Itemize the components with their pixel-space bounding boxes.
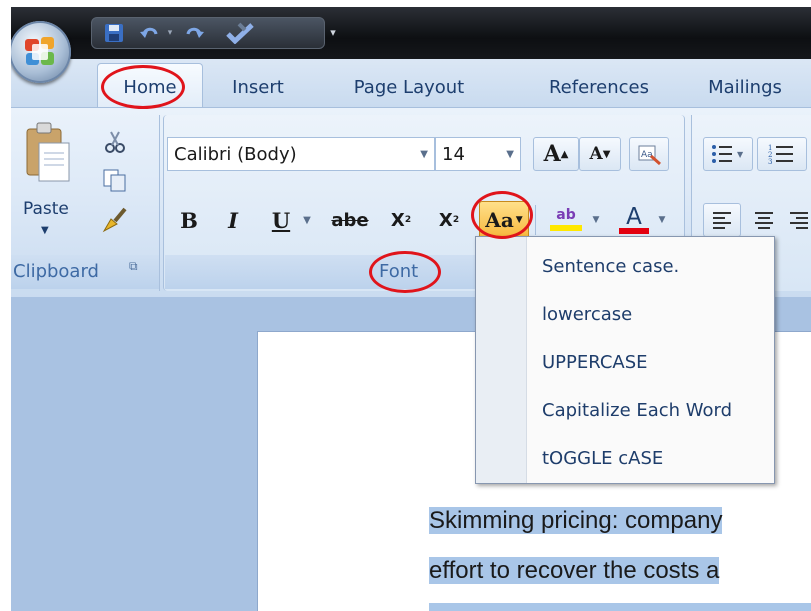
chevron-down-icon[interactable]: ▼ xyxy=(506,149,514,160)
word-window: ▾ ▾ Home Insert Page Layout References M… xyxy=(11,7,811,611)
svg-text:▼: ▼ xyxy=(737,150,744,159)
font-color-swatch xyxy=(619,228,649,234)
divider xyxy=(535,205,536,235)
superscript-label: X xyxy=(438,209,453,231)
tab-page-layout[interactable]: Page Layout xyxy=(341,69,477,105)
menu-gutter xyxy=(476,237,527,483)
numbering-icon: 1 2 3 xyxy=(768,144,793,166)
caret-up-icon: ▲ xyxy=(560,148,569,160)
selected-text-continuation xyxy=(429,603,811,611)
copy-icon[interactable] xyxy=(101,167,129,193)
underline-button[interactable]: U xyxy=(267,203,295,237)
bullets-button[interactable]: ▼ xyxy=(703,137,753,171)
align-right-icon xyxy=(790,212,808,229)
subscript-label: X xyxy=(390,209,405,231)
clear-formatting-icon: Aa xyxy=(638,145,661,166)
font-size-combo[interactable]: 14 ▼ xyxy=(435,137,521,171)
font-size-value: 14 xyxy=(442,143,465,165)
annotation-circle-home xyxy=(101,65,185,109)
tab-insert[interactable]: Insert xyxy=(223,69,293,105)
font-color-button[interactable]: A xyxy=(615,199,653,239)
format-painter-icon[interactable] xyxy=(101,207,129,233)
chevron-down-icon[interactable]: ▼ xyxy=(655,203,669,237)
shrink-font-label: A xyxy=(589,144,603,164)
align-center-button[interactable] xyxy=(747,203,781,237)
align-left-button[interactable] xyxy=(703,203,741,237)
annotation-circle-font-label xyxy=(369,251,441,293)
text-highlight-button[interactable]: ab xyxy=(543,199,589,239)
change-case-menu: Sentence case. lowercase UPPERCASE Capit… xyxy=(475,236,775,484)
caret-down-icon: ▼ xyxy=(602,148,611,160)
menu-item-toggle-case[interactable]: tOGGLE cASE xyxy=(542,441,663,475)
redo-icon[interactable] xyxy=(182,22,208,44)
selected-text: Skimming pricing: company xyxy=(429,507,723,534)
document-line-1[interactable]: Skimming pricing: company xyxy=(429,507,723,535)
highlight-color-swatch xyxy=(550,225,582,231)
text-highlight-label: ab xyxy=(556,207,576,223)
paste-button-label[interactable]: Paste xyxy=(23,199,69,219)
svg-text:3: 3 xyxy=(768,158,772,166)
grow-font-label: A xyxy=(543,141,561,167)
menu-item-capitalize-each-word[interactable]: Capitalize Each Word xyxy=(542,393,732,427)
svg-text:Aa: Aa xyxy=(641,150,653,160)
underline-dropdown-icon[interactable]: ▼ xyxy=(299,203,315,237)
numbering-button[interactable]: 1 2 3 xyxy=(757,137,807,171)
tab-page-layout-label: Page Layout xyxy=(353,76,465,98)
strikethrough-button[interactable]: abe xyxy=(329,203,371,237)
clear-formatting-button[interactable]: Aa xyxy=(629,137,669,171)
quick-access-toolbar: ▾ xyxy=(91,17,325,49)
chevron-down-icon[interactable]: ▼ xyxy=(420,149,428,160)
subscript-button[interactable]: X2 xyxy=(383,203,419,237)
tab-insert-label: Insert xyxy=(232,76,284,98)
annotation-circle-change-case xyxy=(471,191,533,239)
clipboard-group-label: Clipboard xyxy=(13,261,99,282)
menu-item-sentence-case[interactable]: Sentence case. xyxy=(542,249,679,283)
shrink-font-button[interactable]: A ▼ xyxy=(579,137,621,171)
align-left-icon xyxy=(713,212,731,229)
clipboard-dialog-launcher-icon[interactable]: ⧉ xyxy=(129,259,138,274)
selected-text: effort to recover the costs a xyxy=(429,557,720,584)
bullets-icon: ▼ xyxy=(712,145,744,163)
font-family-value: Calibri (Body) xyxy=(174,143,297,165)
office-button[interactable] xyxy=(11,21,71,83)
subscript-mark: 2 xyxy=(404,215,412,225)
superscript-mark: 2 xyxy=(452,215,460,225)
font-family-combo[interactable]: Calibri (Body) ▼ xyxy=(167,137,435,171)
spellcheck-icon[interactable] xyxy=(222,22,258,44)
undo-icon[interactable] xyxy=(136,22,162,44)
tab-references[interactable]: References xyxy=(525,69,673,105)
tab-mailings[interactable]: Mailings xyxy=(695,69,795,105)
paste-dropdown-icon[interactable]: ▼ xyxy=(41,225,49,236)
align-right-button[interactable] xyxy=(787,203,811,237)
undo-dropdown-icon[interactable]: ▾ xyxy=(164,22,176,44)
chevron-down-icon[interactable]: ▼ xyxy=(589,203,603,237)
bold-button[interactable]: B xyxy=(175,203,203,237)
menu-item-lowercase[interactable]: lowercase xyxy=(542,297,632,331)
superscript-button[interactable]: X2 xyxy=(431,203,467,237)
customize-quick-access-icon[interactable]: ▾ xyxy=(325,21,341,43)
align-center-icon xyxy=(755,212,773,229)
cut-icon[interactable] xyxy=(101,129,129,155)
document-line-2[interactable]: effort to recover the costs a xyxy=(429,557,720,585)
tab-references-label: References xyxy=(548,76,650,98)
font-color-label: A xyxy=(626,204,642,230)
italic-button[interactable]: I xyxy=(219,203,247,237)
tab-mailings-label: Mailings xyxy=(708,76,782,98)
office-logo-icon xyxy=(25,37,54,65)
grow-font-button[interactable]: A ▲ xyxy=(533,137,579,171)
menu-item-uppercase[interactable]: UPPERCASE xyxy=(542,345,648,379)
save-icon[interactable] xyxy=(102,22,126,44)
paste-icon[interactable] xyxy=(25,121,71,183)
